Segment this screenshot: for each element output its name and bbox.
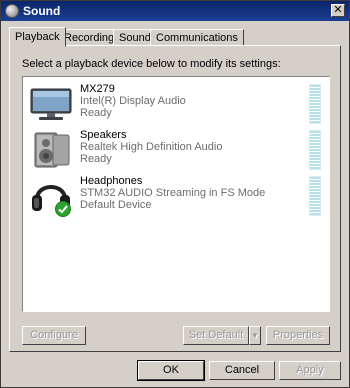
device-driver: STM32 AUDIO Streaming in FS Mode bbox=[80, 187, 266, 199]
speaker-icon bbox=[34, 132, 70, 168]
close-button[interactable]: ✕ bbox=[331, 4, 345, 17]
title-bar[interactable]: Sound ✕ bbox=[1, 1, 349, 21]
device-status: Ready bbox=[80, 153, 112, 165]
chevron-down-icon: ▼ bbox=[251, 331, 259, 340]
playback-panel: Select a playback device below to modify… bbox=[9, 45, 341, 352]
device-item-headphones[interactable]: Headphones STM32 AUDIO Streaming in FS M… bbox=[23, 173, 329, 219]
speaker-icon bbox=[5, 4, 19, 18]
tab-recording[interactable]: Recording bbox=[58, 29, 121, 46]
sound-dialog: Sound ✕ Playback Recording Sounds Commun… bbox=[0, 0, 350, 388]
dialog-button-bar: OK Cancel Apply bbox=[1, 353, 349, 387]
apply-button[interactable]: Apply bbox=[279, 361, 341, 380]
device-status: Ready bbox=[80, 107, 112, 119]
device-name: MX279 bbox=[80, 83, 115, 95]
device-item-mx279[interactable]: MX279 Intel(R) Display Audio Ready bbox=[23, 81, 329, 127]
ok-button[interactable]: OK bbox=[137, 360, 205, 381]
tab-playback[interactable]: Playback bbox=[9, 27, 66, 47]
device-driver: Intel(R) Display Audio bbox=[80, 95, 186, 107]
device-status: Default Device bbox=[80, 199, 152, 211]
window-title: Sound bbox=[23, 4, 61, 18]
cancel-button[interactable]: Cancel bbox=[209, 361, 275, 380]
device-list: MX279 Intel(R) Display Audio Ready Speak… bbox=[22, 76, 330, 312]
set-default-button[interactable]: Set Default bbox=[183, 326, 249, 345]
device-name: Headphones bbox=[80, 175, 143, 187]
device-name: Speakers bbox=[80, 129, 127, 141]
volume-meter bbox=[309, 84, 321, 124]
monitor-icon bbox=[30, 88, 72, 120]
properties-button[interactable]: Properties bbox=[266, 326, 330, 345]
device-item-speakers[interactable]: Speakers Realtek High Definition Audio R… bbox=[23, 127, 329, 173]
volume-meter bbox=[309, 130, 321, 170]
volume-meter bbox=[309, 176, 321, 216]
tab-communications[interactable]: Communications bbox=[150, 29, 244, 46]
device-driver: Realtek High Definition Audio bbox=[80, 141, 223, 153]
configure-button[interactable]: Configure bbox=[22, 326, 86, 345]
set-default-dropdown[interactable]: ▼ bbox=[249, 326, 261, 345]
instruction-text: Select a playback device below to modify… bbox=[22, 58, 281, 70]
check-icon bbox=[55, 201, 71, 217]
